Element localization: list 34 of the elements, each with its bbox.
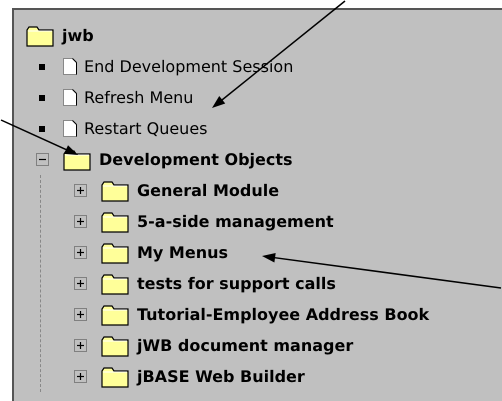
tree-item[interactable]: 5-a-side management (137, 212, 334, 231)
folder-icon (101, 304, 130, 326)
tree-item[interactable]: My Menus (137, 243, 228, 262)
tree-item[interactable]: Restart Queues (84, 119, 208, 138)
bullet-icon (39, 126, 45, 132)
folder-icon (63, 148, 92, 170)
tree-item[interactable]: Tutorial-Employee Address Book (137, 305, 430, 324)
bullet-icon (39, 64, 45, 70)
expand-toggle[interactable] (74, 308, 86, 321)
expand-toggle[interactable] (74, 246, 86, 259)
expand-toggle[interactable] (74, 215, 86, 228)
tree-item[interactable]: jWB document manager (137, 336, 354, 355)
folder-icon (101, 180, 130, 202)
folder-icon (26, 24, 55, 46)
expand-toggle[interactable] (74, 370, 86, 383)
page-icon (63, 120, 77, 137)
tree-item[interactable]: tests for support calls (137, 274, 336, 293)
folder-icon (101, 210, 130, 232)
tree-item[interactable]: jwb (62, 26, 94, 45)
folder-icon (101, 366, 130, 388)
collapse-toggle[interactable] (36, 153, 48, 166)
expand-toggle[interactable] (74, 277, 86, 290)
expand-toggle[interactable] (74, 184, 86, 197)
tree-item[interactable]: Development Objects (99, 150, 293, 169)
folder-icon (101, 272, 130, 294)
bullet-icon (39, 94, 45, 100)
page-icon (63, 89, 77, 106)
folder-icon (101, 334, 130, 356)
tree-item[interactable]: General Module (137, 181, 280, 200)
page-icon (63, 58, 77, 75)
tree-item[interactable]: Refresh Menu (84, 88, 194, 107)
folder-icon (101, 242, 130, 264)
tree-item[interactable]: jBASE Web Builder (137, 367, 305, 386)
expand-toggle[interactable] (74, 339, 86, 352)
